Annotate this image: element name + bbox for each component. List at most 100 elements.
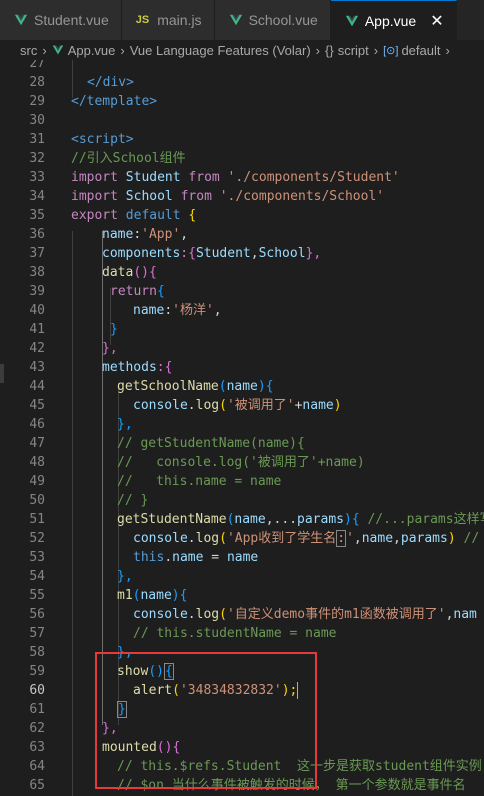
- code-token: export: [71, 208, 118, 223]
- code-line[interactable]: 41}: [0, 320, 484, 339]
- breadcrumb-file[interactable]: App.vue: [68, 43, 116, 58]
- code-line[interactable]: 33 import Student from './components/Stud…: [0, 168, 484, 187]
- code-token: log: [195, 398, 220, 413]
- code-text: getSchoolName(name){: [117, 377, 274, 396]
- code-line[interactable]: 50 // }: [0, 491, 484, 510]
- breadcrumb-section[interactable]: script: [338, 43, 369, 58]
- code-token: methods: [102, 360, 157, 375]
- code-text: }: [110, 320, 118, 339]
- tab-student-vue[interactable]: Student.vue: [0, 0, 122, 40]
- braces-icon: {}: [325, 42, 334, 58]
- code-text: name:'App',: [102, 225, 188, 244]
- code-line[interactable]: 37 components:{Student,School},: [0, 244, 484, 263]
- code-token: (){: [133, 265, 157, 280]
- code-line[interactable]: 51 getStudentName(name,...params){ //...p…: [0, 510, 484, 529]
- code-token: getSchoolName: [117, 379, 219, 394]
- code-token: ,: [353, 531, 362, 546]
- line-number: 53: [29, 550, 45, 565]
- code-line[interactable]: 32 //引入School组件: [0, 149, 484, 168]
- code-text: getStudentName(name,...params){ //...par…: [117, 510, 484, 529]
- code-text: this.name = name: [133, 548, 258, 567]
- code-line[interactable]: 48 // console.log('被调用了'+name): [0, 453, 484, 472]
- code-token: ,: [250, 246, 259, 261]
- tab-app-vue[interactable]: App.vue ✕: [330, 0, 457, 40]
- code-token: // this.name = name: [117, 474, 282, 489]
- code-token: name: [226, 550, 259, 565]
- chevron-right-icon: ›: [445, 42, 450, 58]
- code-text: console.log('被调用了'+name): [133, 396, 342, 415]
- code-line[interactable]: 40 name:'杨洋',: [0, 301, 484, 320]
- code-line[interactable]: 42},: [0, 339, 484, 358]
- tab-label: School.vue: [248, 12, 318, 28]
- code-line[interactable]: 27: [0, 60, 484, 73]
- code-line[interactable]: 31 <script>: [0, 130, 484, 149]
- breadcrumb-folder[interactable]: src: [20, 43, 37, 58]
- code-line[interactable]: 38 data(){: [0, 263, 484, 282]
- line-number: 64: [29, 759, 45, 774]
- code-line[interactable]: 43 methods:{: [0, 358, 484, 377]
- code-line[interactable]: 49 // this.name = name: [0, 472, 484, 491]
- code-line[interactable]: 45 console.log('被调用了'+name): [0, 396, 484, 415]
- code-token: return: [110, 284, 157, 299]
- code-text: import Student from './components/Studen…: [71, 168, 400, 187]
- code-token: },: [117, 569, 133, 584]
- tab-school-vue[interactable]: School.vue: [214, 0, 331, 40]
- tab-label: Student.vue: [34, 12, 109, 28]
- close-icon[interactable]: ✕: [430, 11, 443, 31]
- code-line[interactable]: 44 getSchoolName(name){: [0, 377, 484, 396]
- code-token: :{: [180, 246, 196, 261]
- line-number: 35: [29, 208, 45, 223]
- code-token: </div>: [87, 75, 134, 90]
- line-number: 29: [29, 94, 45, 109]
- code-token: console: [133, 607, 188, 622]
- code-token: console: [133, 531, 188, 546]
- code-token: '被调用了': [226, 398, 295, 413]
- line-number: 48: [29, 455, 45, 470]
- breadcrumb-symbol[interactable]: default: [401, 43, 440, 58]
- code-text: data(){: [102, 263, 157, 282]
- code-token: },: [102, 341, 118, 356]
- line-number: 51: [29, 512, 45, 527]
- code-line[interactable]: 30: [0, 111, 484, 130]
- line-number: 37: [29, 246, 45, 261]
- code-line[interactable]: 57 // this.studentName = name: [0, 624, 484, 643]
- vue-icon: [345, 15, 358, 26]
- line-number: 61: [29, 702, 45, 717]
- code-line[interactable]: 35 export default {: [0, 206, 484, 225]
- module-icon: [⊙]: [383, 44, 399, 57]
- code-line[interactable]: 39 return{: [0, 282, 484, 301]
- code-text: </template>: [71, 92, 157, 111]
- code-editor[interactable]: 27 28 </div> 29 </template> 30 31 <script> 32 //引…: [0, 60, 484, 796]
- code-line[interactable]: 47 // getStudentName(name){: [0, 434, 484, 453]
- code-token: ): [447, 531, 464, 546]
- code-token: .: [187, 531, 196, 546]
- line-number: 43: [29, 360, 45, 375]
- code-line[interactable]: 36 name:'App',: [0, 225, 484, 244]
- editor-tab-bar: Student.vue JS main.js School.vue App.vu…: [0, 0, 484, 40]
- code-token: name: [172, 550, 204, 565]
- code-line[interactable]: 52 console.log('App收到了学生名:',name,params) …: [0, 529, 484, 548]
- code-token: // getStudentName(name){: [117, 436, 305, 451]
- code-text: import School from './components/School': [71, 187, 384, 206]
- tab-main-js[interactable]: JS main.js: [121, 0, 215, 40]
- code-line[interactable]: 54},: [0, 567, 484, 586]
- vue-icon: [14, 14, 28, 26]
- line-number: 63: [29, 740, 45, 755]
- code-token: getStudentName: [117, 512, 227, 527]
- code-token: params: [400, 531, 448, 546]
- code-token: from: [188, 170, 220, 185]
- code-line[interactable]: 34 import School from './components/Schoo…: [0, 187, 484, 206]
- code-text: </div>: [87, 73, 134, 92]
- code-line[interactable]: 56 console.log('自定义demo事件的m1函数被调用了',nam: [0, 605, 484, 624]
- code-line[interactable]: 55 m1(name){: [0, 586, 484, 605]
- code-line[interactable]: 28 </div>: [0, 73, 484, 92]
- code-text: export default {: [71, 206, 196, 225]
- code-token: ){: [257, 379, 274, 394]
- code-token: },: [117, 417, 133, 432]
- code-line[interactable]: 46},: [0, 415, 484, 434]
- code-line[interactable]: 53 this.name = name: [0, 548, 484, 567]
- breadcrumb-language[interactable]: Vue Language Features (Volar): [130, 43, 311, 58]
- code-token: :{: [156, 360, 173, 375]
- code-line[interactable]: 29 </template>: [0, 92, 484, 111]
- line-number: 39: [29, 284, 45, 299]
